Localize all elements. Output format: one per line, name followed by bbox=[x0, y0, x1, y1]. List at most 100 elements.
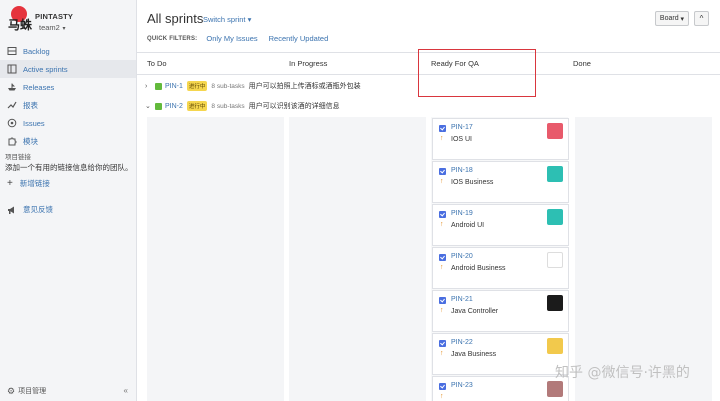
ship-icon bbox=[7, 82, 17, 92]
sidebar-item-reports[interactable]: 报表 bbox=[0, 96, 136, 114]
add-link-button[interactable]: + 新增链接 bbox=[7, 178, 50, 189]
project-settings[interactable]: ⚙ 项目管理 « bbox=[0, 381, 136, 401]
column-header-done: Done bbox=[573, 59, 591, 68]
column-in-progress bbox=[289, 117, 426, 401]
sidebar-nav: Backlog Active sprints Releases 报表 Issue… bbox=[0, 42, 136, 150]
chevron-down-icon: ⌄ bbox=[145, 103, 151, 110]
switch-sprint-label: Switch sprint bbox=[203, 15, 246, 24]
highlight-box bbox=[418, 49, 536, 97]
card-key[interactable]: PIN-17 bbox=[451, 124, 473, 131]
project-board-selector[interactable]: team2 ▾ bbox=[39, 23, 66, 32]
card-key[interactable]: PIN-21 bbox=[451, 296, 473, 303]
issue-key[interactable]: PIN-2 bbox=[165, 103, 183, 110]
issue-card[interactable]: PIN-22 ↑ Java Business bbox=[432, 333, 569, 375]
priority-arrow-icon: ↑ bbox=[440, 264, 444, 271]
collapse-header-button[interactable]: ^ bbox=[694, 11, 709, 26]
sidebar-item-label: Active sprints bbox=[23, 64, 68, 74]
board-button[interactable]: Board ▾ bbox=[655, 11, 689, 26]
sidebar-item-issues[interactable]: Issues bbox=[0, 114, 136, 132]
priority-arrow-icon: ↑ bbox=[440, 135, 444, 142]
watermark: 知乎 @微信号·许黑的 bbox=[555, 365, 690, 381]
chart-icon bbox=[7, 100, 17, 110]
priority-arrow-icon: ↑ bbox=[440, 307, 444, 314]
swimlane-header[interactable]: › PIN-1 进行中 8 sub-tasks 用户可以拍照上传酒标或酒瓶外包装 bbox=[145, 81, 361, 91]
issues-icon bbox=[7, 118, 17, 128]
issue-card[interactable]: PIN-18 ↑ IOS Business bbox=[432, 161, 569, 203]
sidebar-item-label: 模块 bbox=[23, 136, 38, 146]
caret-down-icon: ▾ bbox=[60, 26, 66, 32]
issue-card[interactable]: PIN-17 ↑ IOS UI bbox=[432, 118, 569, 160]
ghost-avatar[interactable] bbox=[547, 252, 563, 268]
project-brand[interactable]: 马蛛 PINTASTY team2 ▾ bbox=[6, 6, 131, 36]
caret-down-icon: ▾ bbox=[678, 15, 685, 23]
teal-robot-avatar[interactable] bbox=[547, 166, 563, 182]
story-icon bbox=[155, 82, 162, 90]
card-summary: IOS Business bbox=[451, 179, 494, 186]
subtask-icon bbox=[439, 383, 446, 390]
sidebar-item-backlog[interactable]: Backlog bbox=[0, 42, 136, 60]
caret-down-icon: ▾ bbox=[245, 15, 252, 24]
filter-only-my-issues[interactable]: Only My Issues bbox=[206, 34, 257, 43]
teal-robot-avatar[interactable] bbox=[547, 209, 563, 225]
column-todo bbox=[147, 117, 284, 401]
status-badge: 进行中 bbox=[186, 81, 208, 91]
project-links-description: 添加一个有用的链接信息给你的团队。 bbox=[5, 163, 133, 172]
card-key[interactable]: PIN-22 bbox=[451, 339, 473, 346]
column-done bbox=[575, 117, 712, 401]
card-key[interactable]: PIN-23 bbox=[451, 382, 473, 389]
page-title: All sprints bbox=[147, 11, 204, 26]
card-summary: IOS UI bbox=[451, 136, 473, 143]
sidebar-item-active-sprints[interactable]: Active sprints bbox=[0, 60, 136, 78]
subtask-icon bbox=[439, 297, 446, 304]
priority-arrow-icon: ↑ bbox=[440, 221, 444, 228]
project-settings-label: 项目管理 bbox=[18, 388, 47, 395]
card-summary: Android UI bbox=[451, 222, 485, 229]
gear-icon: ⚙ bbox=[7, 385, 16, 396]
issue-summary: 用户可以拍照上传酒标或酒瓶外包装 bbox=[248, 83, 361, 90]
issue-key[interactable]: PIN-1 bbox=[165, 83, 183, 90]
cartoon-avatar[interactable] bbox=[547, 338, 563, 354]
card-key[interactable]: PIN-20 bbox=[451, 253, 473, 260]
logo-text: 马蛛 bbox=[8, 18, 33, 32]
card-summary: Android Business bbox=[451, 265, 506, 272]
photo-avatar[interactable] bbox=[547, 381, 563, 397]
feedback-label: 意见反馈 bbox=[23, 205, 53, 214]
add-link-label: 新增链接 bbox=[19, 179, 50, 188]
quick-filters-label: QUICK FILTERS: bbox=[147, 35, 198, 42]
issue-card[interactable]: PIN-21 ↑ Java Controller bbox=[432, 290, 569, 332]
subtask-icon bbox=[439, 125, 446, 132]
column-header-todo: To Do bbox=[147, 59, 167, 68]
project-links-label: 项目链接 bbox=[5, 154, 31, 161]
sidebar: 马蛛 PINTASTY team2 ▾ Backlog Active sprin… bbox=[0, 0, 137, 401]
issue-card[interactable]: PIN-19 ↑ Android UI bbox=[432, 204, 569, 246]
switch-sprint-dropdown[interactable]: Switch sprint ▾ bbox=[203, 15, 251, 24]
subtask-count: 8 sub-tasks bbox=[211, 102, 245, 110]
sidebar-item-releases[interactable]: Releases bbox=[0, 78, 136, 96]
quick-filters: QUICK FILTERS: Only My Issues Recently U… bbox=[147, 34, 339, 43]
pink-square-avatar[interactable] bbox=[547, 123, 563, 139]
backlog-icon bbox=[7, 46, 17, 56]
dark-avatar[interactable] bbox=[547, 295, 563, 311]
filter-recently-updated[interactable]: Recently Updated bbox=[269, 34, 329, 43]
column-header-in-progress: In Progress bbox=[289, 59, 328, 68]
issue-card[interactable]: PIN-20 ↑ Android Business bbox=[432, 247, 569, 289]
subtask-icon bbox=[439, 340, 446, 347]
sidebar-item-label: Backlog bbox=[23, 46, 50, 56]
subtask-icon bbox=[439, 168, 446, 175]
issue-card[interactable]: PIN-23 ↑ bbox=[432, 376, 569, 401]
sidebar-item-components[interactable]: 模块 bbox=[0, 132, 136, 150]
status-badge: 进行中 bbox=[186, 101, 208, 111]
chevron-right-icon: › bbox=[145, 82, 148, 90]
subtask-icon bbox=[439, 254, 446, 261]
card-key[interactable]: PIN-18 bbox=[451, 167, 473, 174]
chevron-up-icon: ^ bbox=[699, 14, 704, 23]
card-key[interactable]: PIN-19 bbox=[451, 210, 473, 217]
collapse-sidebar-icon[interactable]: « bbox=[124, 386, 128, 395]
project-name: PINTASTY bbox=[35, 12, 74, 21]
feedback-button[interactable]: 意见反馈 bbox=[7, 204, 53, 215]
board-icon bbox=[7, 64, 17, 74]
swimlane-header[interactable]: ⌄ PIN-2 进行中 8 sub-tasks 用户可以识别该酒的详细信息 bbox=[145, 101, 340, 111]
priority-arrow-icon: ↑ bbox=[440, 178, 444, 185]
sidebar-item-label: 报表 bbox=[23, 100, 38, 110]
card-summary: Java Controller bbox=[451, 308, 499, 315]
